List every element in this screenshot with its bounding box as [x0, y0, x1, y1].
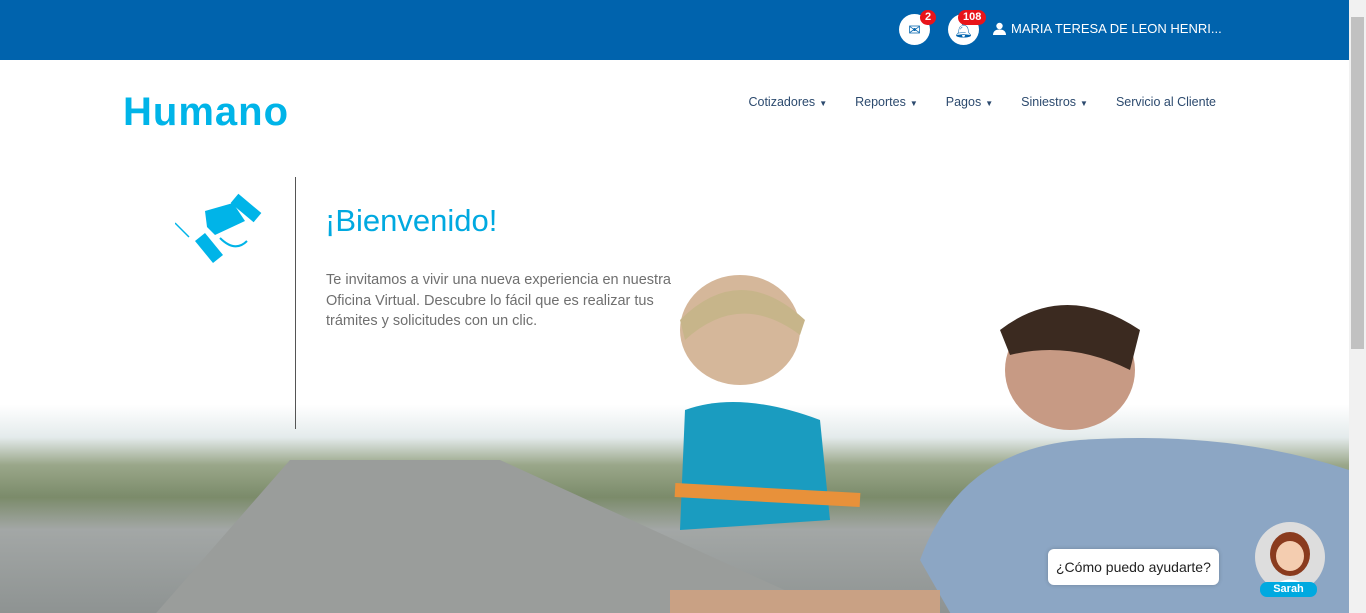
- top-bar: ✉ 2 🔔︎ 108 MARIA TERESA DE LEON HENRI...: [0, 0, 1349, 60]
- scrollbar-thumb[interactable]: [1351, 17, 1364, 349]
- handshake-icon: [175, 193, 262, 263]
- nav-servicio-al-cliente[interactable]: Servicio al Cliente: [1116, 95, 1216, 109]
- child-on-bike: [670, 275, 940, 613]
- messages-badge: 2: [920, 10, 937, 25]
- user-icon: [993, 22, 1006, 35]
- notifications-badge: 108: [958, 10, 987, 25]
- nav-reportes[interactable]: Reportes ▼: [855, 95, 918, 109]
- divider: [295, 177, 296, 429]
- main-nav: Cotizadores ▼ Reportes ▼ Pagos ▼ Siniestros…: [748, 95, 1216, 109]
- welcome-title: ¡Bienvenido!: [325, 203, 498, 238]
- nav-pagos[interactable]: Pagos ▼: [946, 95, 993, 109]
- notifications-button[interactable]: 🔔︎ 108: [948, 10, 987, 45]
- nav-siniestros[interactable]: Siniestros ▼: [1021, 95, 1088, 109]
- scrollbar[interactable]: [1349, 0, 1366, 613]
- messages-button[interactable]: ✉ 2: [899, 10, 937, 45]
- logo[interactable]: Humano: [123, 90, 289, 135]
- nav-cotizadores[interactable]: Cotizadores ▼: [748, 95, 827, 109]
- chat-agent-name: Sarah: [1260, 582, 1317, 597]
- mail-icon: ✉: [908, 21, 921, 39]
- chat-prompt[interactable]: ¿Cómo puedo ayudarte?: [1048, 549, 1219, 585]
- user-menu[interactable]: MARIA TERESA DE LEON HENRI...: [993, 21, 1222, 36]
- welcome-description: Te invitamos a vivir una nueva experienc…: [326, 272, 671, 329]
- user-name: MARIA TERESA DE LEON HENRI...: [1011, 21, 1222, 36]
